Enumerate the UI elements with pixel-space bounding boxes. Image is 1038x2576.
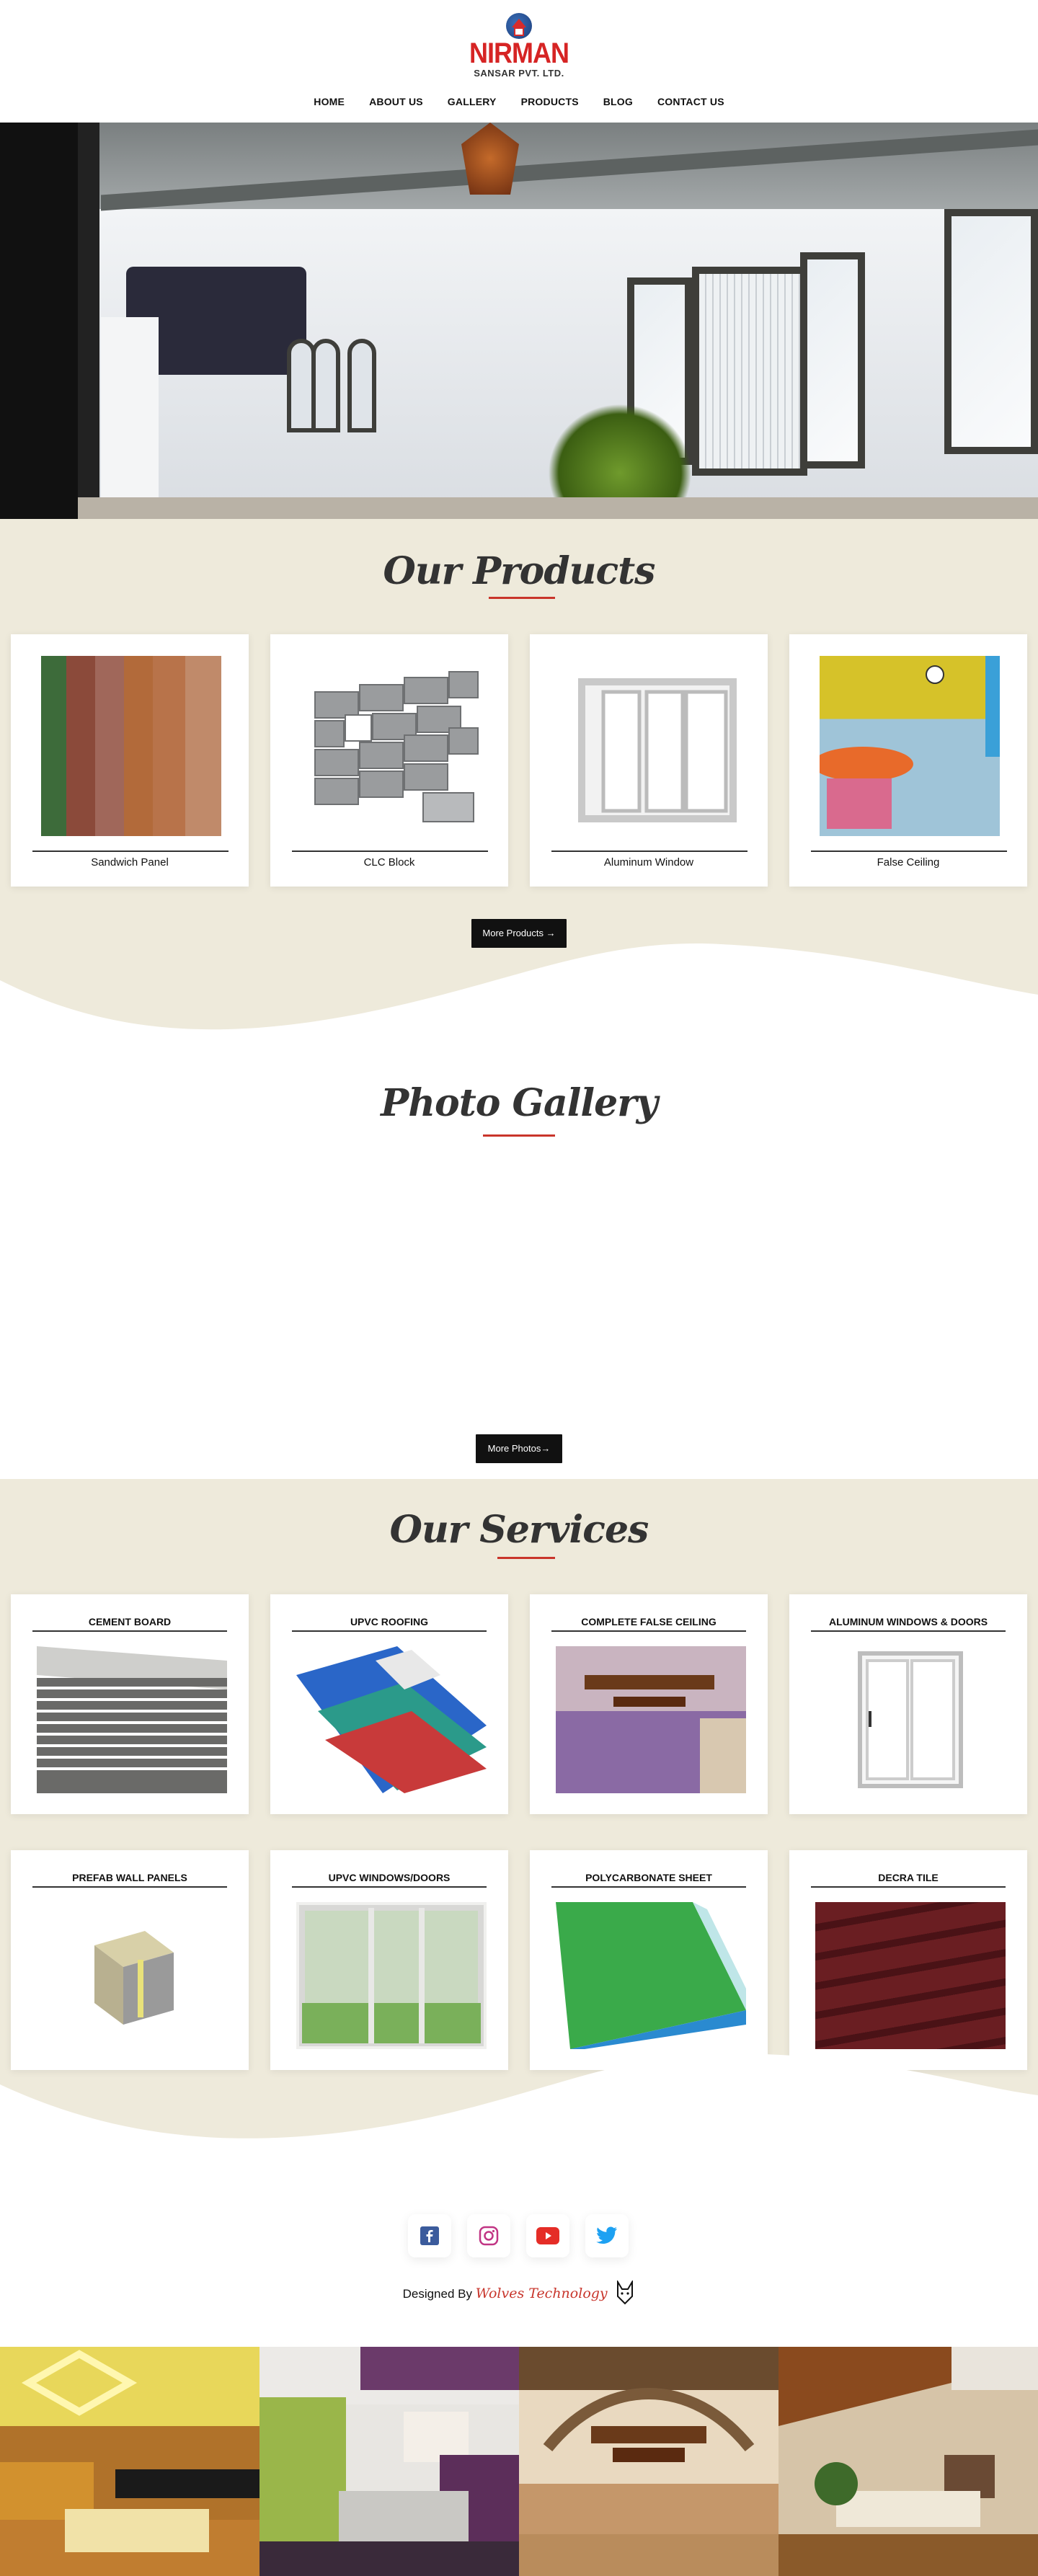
product-card-false-ceiling[interactable]: False Ceiling [789,634,1027,887]
upvc-roofing-image [296,1646,487,1793]
more-photos-button[interactable]: More Photos→ [476,1434,562,1463]
cement-board-image [37,1646,227,1793]
service-card-upvc-roofing[interactable]: UPVC ROOFING [270,1594,508,1814]
product-card-clc-block[interactable]: CLC Block [270,634,508,887]
service-label: UPVC WINDOWS/DOORS [328,1872,451,1883]
nav-home[interactable]: HOME [301,96,357,107]
gallery-title: Photo Gallery [381,1081,658,1125]
footer-credit: Designed By Wolves Technology [0,2279,1038,2309]
nav-about-us[interactable]: ABOUT US [357,96,435,107]
complete-false-ceiling-image [556,1646,746,1793]
logo-subtitle: SANSAR PVT. LTD. [474,68,564,79]
service-label: DECRA TILE [878,1872,939,1883]
prefab-wall-panels-image [37,1902,227,2049]
services-wave-divider [0,2045,1038,2146]
gallery-photo-living-room[interactable] [778,2347,1038,2576]
decra-tile-image [815,1902,1006,2049]
services-section: Our Services CEMENT BOARD UPVC ROOFING C… [0,1479,1038,2146]
products-title: Our Products [383,549,656,593]
service-card-cement-board[interactable]: CEMENT BOARD [11,1594,249,1814]
service-card-prefab-wall-panels[interactable]: PREFAB WALL PANELS [11,1850,249,2070]
service-label: COMPLETE FALSE CEILING [581,1616,717,1627]
service-label: PREFAB WALL PANELS [72,1872,187,1883]
sandwich-panel-image [41,656,221,836]
gallery-title-underline [483,1134,555,1137]
instagram-icon[interactable] [467,2214,510,2257]
service-card-upvc-windows-doors[interactable]: UPVC WINDOWS/DOORS [270,1850,508,2070]
gallery-photo-ceiling[interactable] [519,2347,778,2576]
logo-name: NIRMAN [469,36,569,69]
services-title: Our Services [389,1508,649,1552]
product-card-aluminum-window[interactable]: Aluminum Window [530,634,768,887]
service-label: CEMENT BOARD [88,1616,172,1627]
site-header: NIRMAN SANSAR PVT. LTD. HOME ABOUT US GA… [0,0,1038,123]
facebook-icon[interactable] [408,2214,451,2257]
product-card-sandwich-panel[interactable]: Sandwich Panel [11,634,249,887]
services-title-underline [497,1557,555,1559]
nav-blog[interactable]: BLOG [591,96,645,107]
designer-brand-link[interactable]: Wolves Technology [476,2286,608,2301]
service-card-complete-false-ceiling[interactable]: COMPLETE FALSE CEILING [530,1594,768,1814]
product-label: CLC Block [363,856,415,869]
main-nav: HOME ABOUT US GALLERY PRODUCTS BLOG CONT… [0,96,1038,107]
clc-block-image [301,656,481,836]
aluminum-window-image [560,656,740,836]
upvc-windows-doors-image [296,1902,487,2049]
false-ceiling-image [812,656,1000,836]
service-label: UPVC ROOFING [350,1616,429,1627]
youtube-icon[interactable] [526,2214,569,2257]
service-card-polycarbonate-sheet[interactable]: POLYCARBONATE SHEET [530,1850,768,2070]
aluminum-windows-doors-image [815,1646,1006,1793]
service-label: ALUMINUM WINDOWS & DOORS [828,1616,988,1627]
service-card-decra-tile[interactable]: DECRA TILE [789,1850,1027,2070]
gallery-photo-bedroom[interactable] [0,2347,260,2576]
polycarbonate-sheet-image [556,1902,746,2049]
product-label: Sandwich Panel [91,856,169,869]
photo-gallery [0,1173,1038,2576]
logo[interactable]: NIRMAN SANSAR PVT. LTD. [469,13,569,85]
designed-by-text: Designed By [402,2286,472,2301]
products-section: Our Products Sandwich Panel CLC Block Al… [0,519,1038,1038]
hero-image [0,123,1038,519]
twitter-icon[interactable] [585,2214,629,2257]
service-card-aluminum-windows-doors[interactable]: ALUMINUM WINDOWS & DOORS [789,1594,1027,1814]
product-label: Aluminum Window [603,856,694,869]
nav-gallery[interactable]: GALLERY [435,96,509,107]
product-label: False Ceiling [877,856,940,869]
gallery-photo-purple-bedroom[interactable] [260,2347,519,2576]
products-title-underline [489,597,555,599]
wolf-logo-icon [615,2279,635,2309]
service-label: POLYCARBONATE SHEET [585,1872,712,1883]
products-wave-divider [0,937,1038,1038]
nav-contact-us[interactable]: CONTACT US [645,96,737,107]
nav-products[interactable]: PRODUCTS [509,96,591,107]
